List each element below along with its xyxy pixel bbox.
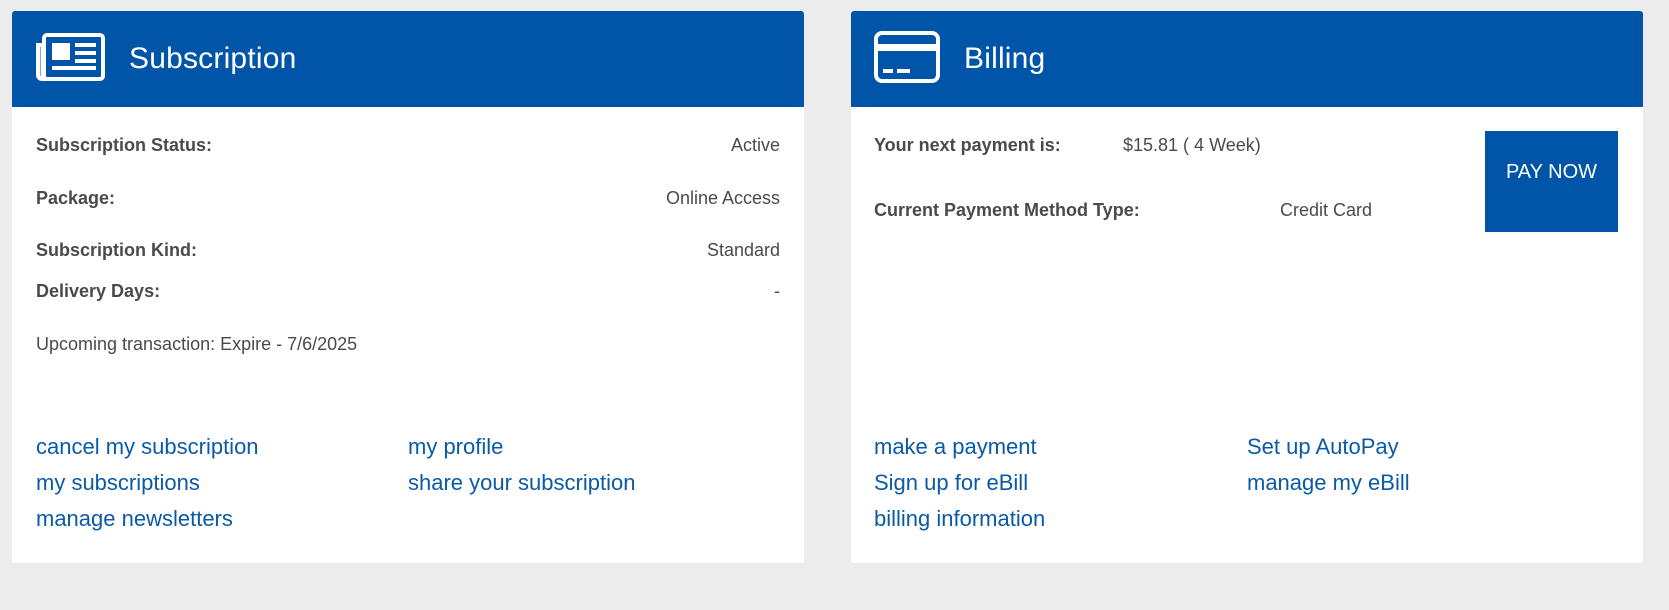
subscription-title: Subscription <box>129 42 297 75</box>
field-subscription-kind: Subscription Kind: Standard <box>36 240 780 261</box>
make-payment-link[interactable]: make a payment <box>874 434 1037 460</box>
setup-autopay-link[interactable]: Set up AutoPay <box>1247 434 1399 460</box>
newspaper-icon <box>35 32 105 86</box>
field-value: Online Access <box>665 188 780 208</box>
billing-header: Billing <box>851 11 1643 107</box>
field-value: - <box>774 281 780 301</box>
manage-ebill-link[interactable]: manage my eBill <box>1247 470 1410 496</box>
upcoming-transaction: Upcoming transaction: Expire - 7/6/2025 <box>36 334 358 354</box>
my-subscriptions-link[interactable]: my subscriptions <box>36 470 200 496</box>
field-label: Package: <box>36 188 116 208</box>
cancel-subscription-link[interactable]: cancel my subscription <box>36 434 259 460</box>
payment-method-value: Credit Card <box>1280 200 1373 220</box>
pay-now-button[interactable]: PAY NOW <box>1485 131 1618 232</box>
next-payment-label: Your next payment is: <box>874 135 1061 155</box>
billing-title: Billing <box>964 42 1046 75</box>
field-subscription-status: Subscription Status: Active <box>36 135 780 156</box>
field-label: Subscription Status: <box>36 135 213 155</box>
share-subscription-link[interactable]: share your subscription <box>408 470 635 496</box>
field-delivery-days: Delivery Days: - <box>36 281 780 302</box>
credit-card-icon <box>874 30 940 88</box>
field-package: Package: Online Access <box>36 188 780 209</box>
payment-method-label: Current Payment Method Type: <box>874 200 1140 220</box>
subscription-header: Subscription <box>12 11 804 107</box>
signup-ebill-link[interactable]: Sign up for eBill <box>874 470 1028 496</box>
field-label: Subscription Kind: <box>36 240 197 260</box>
subscription-card: Subscription Subscription Status: Active… <box>12 11 804 563</box>
next-payment-value: $15.81 ( 4 Week) <box>1123 135 1261 155</box>
manage-newsletters-link[interactable]: manage newsletters <box>36 506 233 532</box>
field-value: Standard <box>706 240 780 260</box>
field-label: Delivery Days: <box>36 281 161 301</box>
billing-information-link[interactable]: billing information <box>874 506 1045 532</box>
billing-card: Billing Your next payment is: $15.81 ( 4… <box>851 11 1643 563</box>
my-profile-link[interactable]: my profile <box>408 434 503 460</box>
field-value: Active <box>730 135 780 155</box>
